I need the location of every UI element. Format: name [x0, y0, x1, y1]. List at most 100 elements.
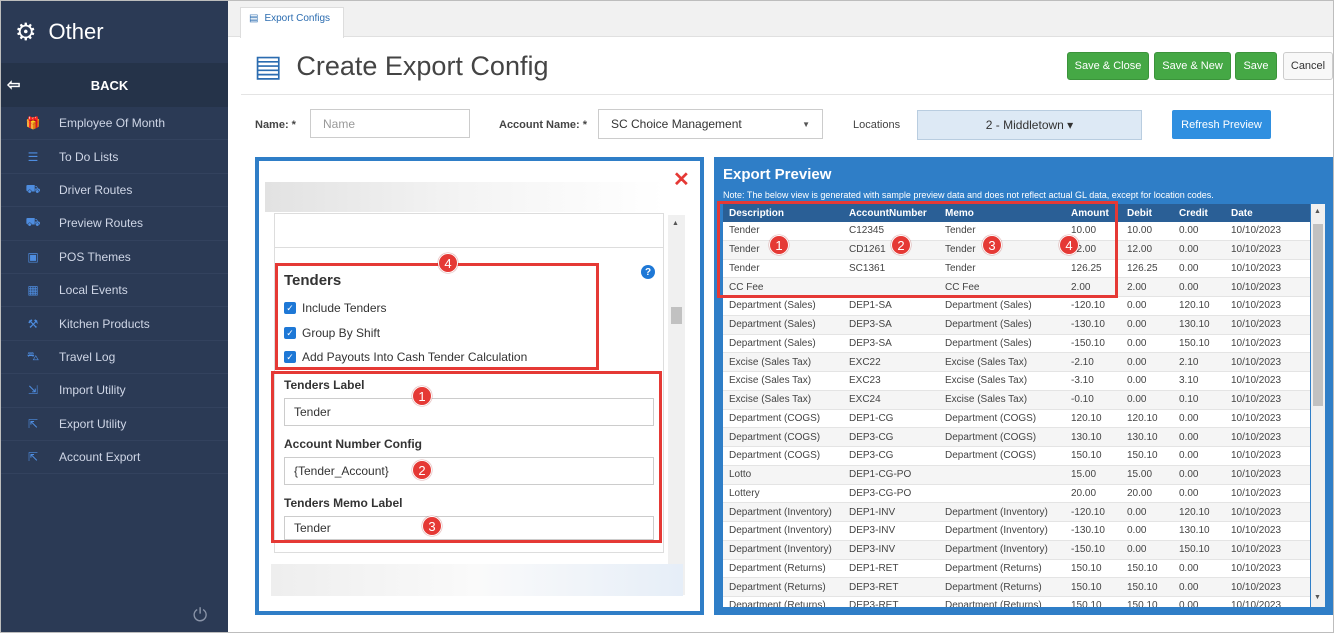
preview-scrollbar[interactable]: ▲ ▼	[1311, 204, 1325, 607]
table-cell: DEP1-RET	[849, 562, 899, 574]
column-header[interactable]: Debit	[1127, 208, 1179, 219]
close-icon[interactable]: ✕	[673, 167, 690, 192]
table-cell: EXC22	[849, 356, 881, 368]
file-export-icon: ⇱	[27, 416, 39, 431]
annotation-badge-4: 4	[1059, 235, 1079, 255]
sidebar-item-kitchen-products[interactable]: ⚒ Kitchen Products	[1, 307, 228, 341]
sidebar-item-travel-log[interactable]: ⛍ Travel Log	[1, 341, 228, 375]
table-cell: DEP1-SA	[849, 300, 892, 312]
table-row: Department (Sales) DEP3-SA Department (Sal…	[723, 315, 1310, 335]
table-row: Excise (Sales Tax) EXC22 Excise (Sales Tax…	[723, 353, 1310, 372]
blurred-section-top	[274, 213, 664, 248]
table-cell: Department (Sales)	[945, 300, 1032, 312]
sidebar-item-local-events[interactable]: ▦ Local Events	[1, 274, 228, 308]
table-cell: Excise (Sales Tax)	[945, 356, 1028, 368]
table-cell: Department (COGS)	[945, 412, 1037, 424]
scroll-down-icon[interactable]: ▼	[1314, 594, 1321, 601]
power-icon[interactable]: ⏻	[193, 605, 207, 626]
table-row: Department (Sales) DEP3-SA Department (Sal…	[723, 335, 1310, 354]
sidebar-item-export-utility[interactable]: ⇱ Export Utility	[1, 408, 228, 441]
sidebar-item-label: Preview Routes	[59, 216, 144, 231]
table-cell: 10/10/2023	[1231, 300, 1282, 312]
table-cell: 15.00	[1127, 469, 1153, 481]
table-cell: Lotto	[729, 469, 752, 481]
sidebar-item-employee-of-month[interactable]: 🎁 Employee Of Month	[1, 107, 228, 141]
sidebar: ⚙ Other ⇦ BACK 🎁 Employee Of Month ☰ To Do …	[1, 1, 228, 632]
table-cell: DEP3-CG	[849, 431, 894, 443]
sidebar-item-driver-routes[interactable]: ⛟ Driver Routes	[1, 174, 228, 208]
table-cell: -0.10	[1071, 394, 1094, 406]
save-button[interactable]: Save	[1235, 52, 1277, 80]
tab-export-configs[interactable]: ▤ Export Configs	[240, 7, 344, 38]
annotation-box-fields	[271, 371, 662, 543]
table-cell: 10/10/2023	[1231, 244, 1282, 256]
sidebar-item-label: To Do Lists	[59, 149, 119, 164]
back-button[interactable]: ⇦ BACK	[1, 63, 228, 107]
table-cell: -150.10	[1071, 544, 1105, 556]
table-cell: 10/10/2023	[1231, 525, 1282, 537]
sidebar-item-account-export[interactable]: ⇱ Account Export	[1, 441, 228, 475]
app-window: ⚙ Other ⇦ BACK 🎁 Employee Of Month ☰ To Do …	[0, 0, 1334, 633]
file-export-icon: ▤	[254, 50, 283, 83]
table-cell: 10/10/2023	[1231, 281, 1282, 293]
table-cell: 0.00	[1179, 581, 1199, 593]
save-new-button[interactable]: Save & New	[1154, 52, 1231, 80]
table-cell: 10/10/2023	[1231, 412, 1282, 424]
table-cell: 10/10/2023	[1231, 469, 1282, 481]
scroll-up-icon[interactable]: ▲	[1314, 208, 1321, 215]
sidebar-item-import-utility[interactable]: ⇲ Import Utility	[1, 374, 228, 408]
table-cell: 10/10/2023	[1231, 581, 1282, 593]
sidebar-item-label: POS Themes	[59, 249, 131, 264]
config-scrollbar[interactable]: ▲ ▼	[668, 215, 685, 595]
table-cell: 0.00	[1179, 225, 1199, 237]
name-input[interactable]: Name	[310, 109, 470, 138]
account-name-label: Account Name: *	[499, 119, 588, 131]
table-cell: 0.00	[1127, 525, 1147, 537]
table-cell: Department (Sales)	[729, 300, 816, 312]
sidebar-item-to-do-lists[interactable]: ☰ To Do Lists	[1, 140, 228, 174]
table-row: Lottery DEP3-CG-PO 20.00 20.00 0.00 10/10/202…	[723, 485, 1310, 504]
table-cell: EXC23	[849, 375, 881, 387]
table-cell: -3.10	[1071, 375, 1094, 387]
table-cell: 3.10	[1179, 375, 1199, 387]
back-arrow-icon: ⇦	[7, 77, 21, 94]
table-cell: 120.10	[1071, 412, 1102, 424]
scrollbar-thumb[interactable]	[671, 307, 682, 324]
tab-bar: ▤ Export Configs	[228, 1, 1333, 38]
file-export-icon: ⇱	[27, 450, 39, 465]
table-cell: Department (Returns)	[945, 581, 1042, 593]
table-cell: 10/10/2023	[1231, 394, 1282, 406]
sidebar-item-pos-themes[interactable]: ▣ POS Themes	[1, 241, 228, 274]
sidebar-item-preview-routes[interactable]: ⛟ Preview Routes	[1, 207, 228, 241]
column-header[interactable]: Credit	[1179, 208, 1231, 219]
table-row: Department (COGS) DEP3-CG Department (COGS…	[723, 447, 1310, 466]
table-cell: 0.00	[1179, 281, 1199, 293]
gift-icon: 🎁	[25, 116, 41, 131]
locations-dropdown[interactable]: 2 - Middletown ▾	[917, 110, 1142, 140]
table-cell: 0.00	[1179, 244, 1199, 256]
scroll-up-icon[interactable]: ▲	[672, 220, 679, 227]
account-name-select[interactable]: SC Choice Management ▼	[598, 109, 823, 139]
table-cell: 120.10	[1179, 300, 1210, 312]
save-close-button[interactable]: Save & Close	[1067, 52, 1149, 80]
table-cell: 10/10/2023	[1231, 506, 1282, 518]
table-cell: 0.00	[1127, 319, 1147, 331]
tab-label: Export Configs	[264, 13, 331, 24]
table-cell: 10/10/2023	[1231, 450, 1282, 462]
table-cell: 20.00	[1127, 487, 1153, 499]
truck-icon: ⛟	[25, 181, 41, 196]
table-cell: 10/10/2023	[1231, 562, 1282, 574]
cancel-button[interactable]: Cancel	[1283, 52, 1333, 80]
table-cell: Department (Returns)	[729, 600, 826, 607]
table-cell: 10/10/2023	[1231, 487, 1282, 499]
refresh-preview-button[interactable]: Refresh Preview	[1172, 110, 1271, 139]
column-header[interactable]: Date	[1231, 208, 1310, 219]
help-icon[interactable]: ?	[641, 265, 655, 279]
table-row: Lotto DEP1-CG-PO 15.00 15.00 0.00 10/10/2023	[723, 465, 1310, 485]
table-row: Excise (Sales Tax) EXC23 Excise (Sales Tax…	[723, 372, 1310, 391]
table-cell: 10.00	[1127, 225, 1153, 237]
scrollbar-thumb[interactable]	[1313, 224, 1323, 406]
table-cell: DEP3-RET	[849, 581, 899, 593]
table-cell: 2.00	[1127, 281, 1147, 293]
annotation-badge-1: 1	[769, 235, 789, 255]
